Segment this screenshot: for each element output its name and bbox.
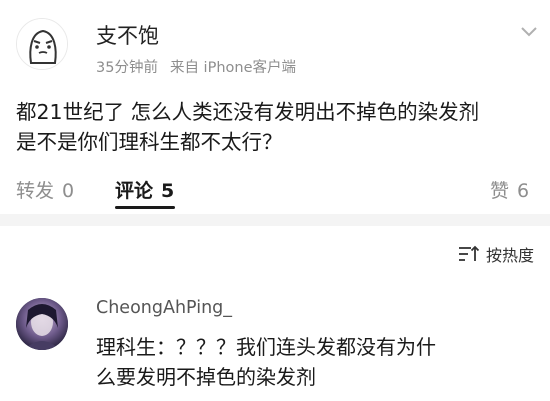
chevron-down-icon[interactable] [520,26,538,38]
comment-text-line: 理科生：？？？我们连头发都没有为什 [96,335,436,359]
comment-text: 理科生：？？？我们连头发都没有为什 么要发明不掉色的染发剂 [96,332,536,392]
like-button[interactable]: 赞6 [490,176,529,203]
active-tab-indicator [115,206,175,209]
comment-label: 评论 [115,180,154,202]
comment-sort-bar: 按热度 [0,226,550,286]
like-label: 赞 [490,180,510,202]
comment-count: 5 [161,180,175,202]
section-divider [0,214,550,226]
sort-label: 按热度 [485,246,534,265]
commenter-avatar-image [16,298,68,350]
like-count: 6 [517,180,530,202]
repost-button[interactable]: 转发 0 [16,176,74,203]
username[interactable]: 支不饱 [96,20,159,50]
avatar-icon [17,19,67,69]
commenter-avatar[interactable] [16,298,68,350]
post-card: 支不饱 35分钟前 来自 iPhone客户端 都21世纪了 怎么人类还没有发明出不… [0,0,550,218]
post-content: 都21世纪了 怎么人类还没有发明出不掉色的染发剂 是不是你们理科生都不太行？ [16,97,536,157]
post-actions: 转发 0 评论 5 赞6 [0,172,550,209]
post-meta: 35分钟前 来自 iPhone客户端 [96,56,296,77]
post-content-line: 都21世纪了 怎么人类还没有发明出不掉色的染发剂 [16,100,480,124]
repost-count: 0 [62,180,75,202]
post-time: 35分钟前 [96,60,158,76]
post-source: 来自 iPhone客户端 [169,60,297,76]
sort-icon [458,245,480,261]
sort-button[interactable]: 按热度 [458,242,534,266]
user-avatar[interactable] [16,18,68,70]
commenter-username[interactable]: CheongAhPing_ [96,298,232,318]
comment-tab[interactable]: 评论 5 [115,176,174,203]
post-content-line: 是不是你们理科生都不太行？ [16,130,283,154]
comment-text-line: 么要发明不掉色的染发剂 [96,365,316,389]
repost-label: 转发 [16,180,55,202]
